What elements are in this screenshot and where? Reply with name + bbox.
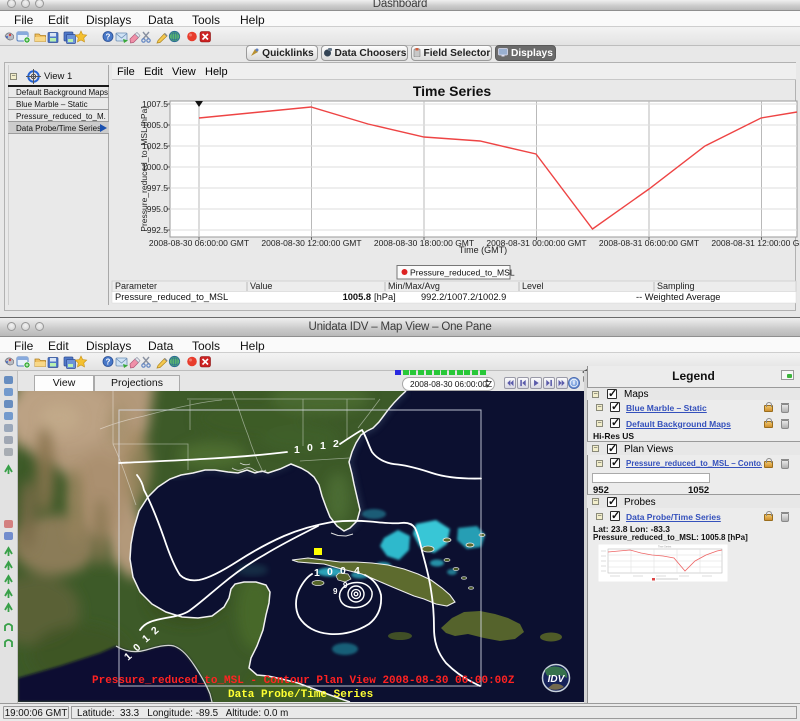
svg-text:Pressure_reduced_to_MSL - Cont: Pressure_reduced_to_MSL - Contour Plan V… bbox=[92, 675, 515, 687]
svg-text:0: 0 bbox=[340, 565, 346, 577]
svg-text:997.5: 997.5 bbox=[147, 183, 169, 193]
svg-text:Value: Value bbox=[250, 281, 272, 291]
svg-text:9: 9 bbox=[333, 587, 338, 596]
svg-text:1005.8: 1005.8 bbox=[343, 292, 371, 302]
svg-text:0: 0 bbox=[307, 442, 313, 454]
svg-text:2008-08-31 12:00:00 GMT: 2008-08-31 12:00:00 GMT bbox=[711, 238, 800, 248]
svg-text:Data Probe/Time Series: Data Probe/Time Series bbox=[228, 689, 373, 701]
svg-text:Pressure_reduced_to_MSL [hPa]: Pressure_reduced_to_MSL [hPa] bbox=[139, 106, 149, 231]
svg-text:Pressure_reduced_to_MSL: Pressure_reduced_to_MSL bbox=[115, 292, 228, 302]
svg-text:2008-08-30 12:00:00 GMT: 2008-08-30 12:00:00 GMT bbox=[261, 238, 361, 248]
svg-text:IDV: IDV bbox=[548, 674, 566, 685]
svg-text:?: ? bbox=[106, 358, 111, 367]
svg-text:Pressure_reduced_to_MSL: Pressure_reduced_to_MSL bbox=[410, 268, 515, 278]
svg-text:995.0: 995.0 bbox=[147, 204, 169, 214]
svg-text:Sampling: Sampling bbox=[657, 281, 695, 291]
svg-text:1: 1 bbox=[320, 440, 326, 452]
svg-text:2008-08-31 06:00:00 GMT: 2008-08-31 06:00:00 GMT bbox=[599, 238, 699, 248]
svg-text:2: 2 bbox=[333, 438, 339, 450]
svg-text:4: 4 bbox=[354, 565, 360, 577]
svg-text:992.2/1007.2/1002.9: 992.2/1007.2/1002.9 bbox=[421, 292, 506, 302]
svg-text:992.5: 992.5 bbox=[147, 225, 169, 235]
svg-text:1: 1 bbox=[314, 567, 320, 579]
svg-text:9: 9 bbox=[343, 581, 348, 590]
svg-text:Min/Max/Avg: Min/Max/Avg bbox=[388, 281, 440, 291]
svg-text:Parameter: Parameter bbox=[115, 281, 157, 291]
svg-text:[hPa]: [hPa] bbox=[374, 292, 396, 302]
svg-text:0: 0 bbox=[327, 566, 333, 578]
svg-text:2008-08-30 06:00:00 GMT: 2008-08-30 06:00:00 GMT bbox=[149, 238, 249, 248]
svg-text:Level: Level bbox=[522, 281, 544, 291]
svg-text:Time Series: Time Series bbox=[658, 546, 672, 549]
svg-text:Time Series: Time Series bbox=[413, 83, 492, 99]
svg-text:-- Weighted Average: -- Weighted Average bbox=[636, 292, 720, 302]
svg-text:Time (GMT): Time (GMT) bbox=[459, 245, 507, 255]
svg-text:1: 1 bbox=[294, 444, 300, 456]
